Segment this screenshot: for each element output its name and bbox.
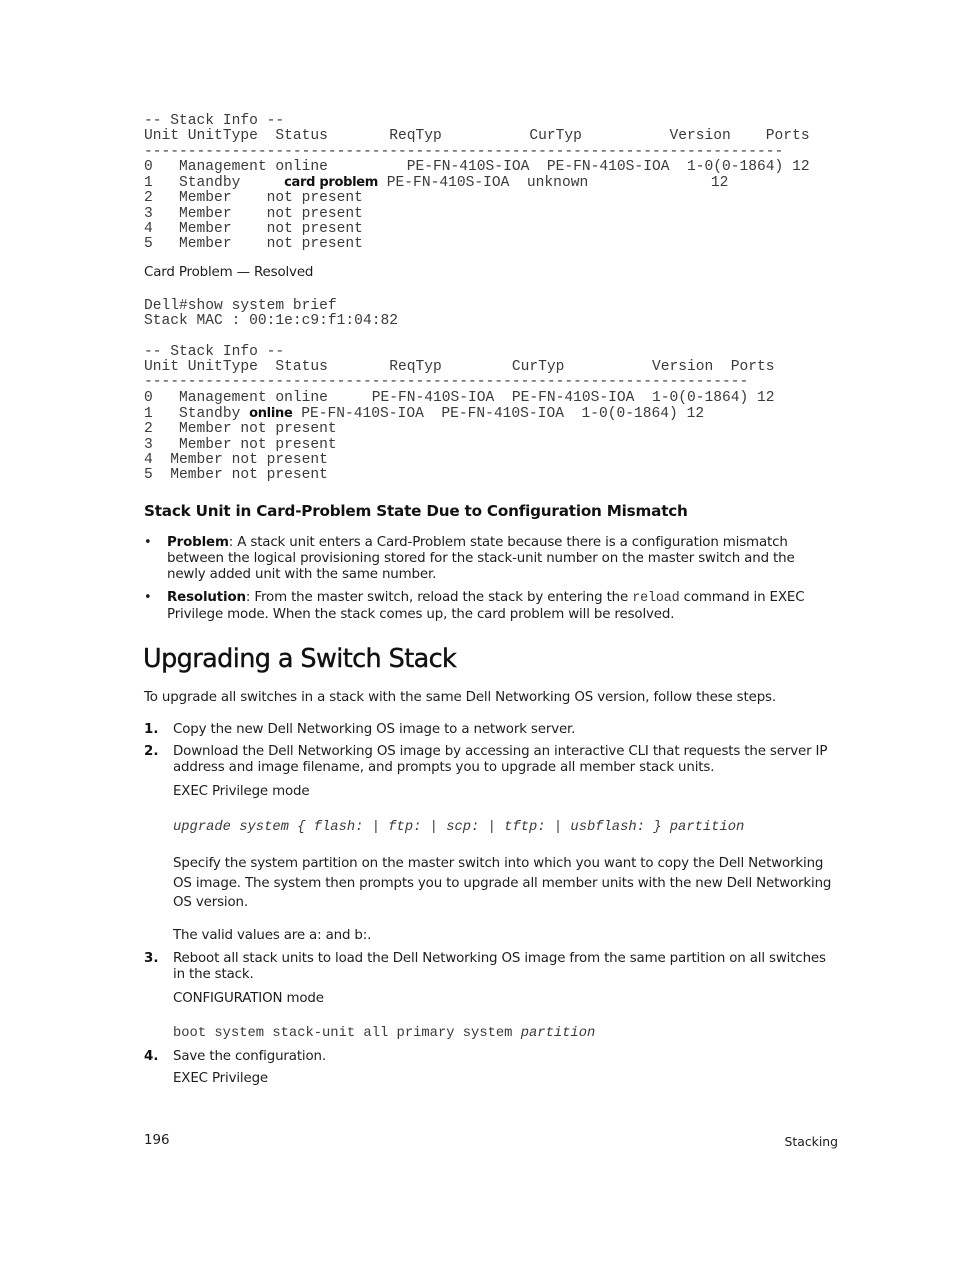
code-row: 0 Management online PE-FN-410S-IOA PE-FN… — [144, 389, 775, 406]
step-2-mode: EXEC Privilege mode — [173, 784, 310, 799]
step-2-command: upgrade system { flash: | ftp: | scp: | … — [173, 820, 745, 835]
step-3-command: boot system stack-unit all primary syste… — [173, 1026, 596, 1041]
code-row: 5 Member not present — [144, 236, 363, 253]
code-command-line: Dell#show system brief — [144, 298, 337, 314]
code-header-line: Unit UnitType Status ReqTyp CurTyp Versi… — [144, 359, 775, 376]
step-2-text: Download the Dell Networking OS image by… — [173, 744, 828, 775]
step-2-description: Specify the system partition on the mast… — [173, 856, 832, 910]
bullet-icon: • — [144, 535, 152, 550]
step-number: 1. — [144, 722, 159, 737]
status-card-problem: card problem — [284, 175, 379, 191]
page-number: 196 — [144, 1133, 170, 1148]
section-heading-mismatch: Stack Unit in Card-Problem State Due to … — [144, 502, 688, 520]
card-problem-resolved-label: Card Problem — Resolved — [144, 265, 314, 280]
code-row: 4 Member not present — [144, 221, 363, 238]
bullet-resolution: Resolution: From the master switch, relo… — [167, 590, 805, 622]
code-row: 2 Member not present — [144, 421, 337, 438]
code-row: 1 Standby card problem PE-FN-410S-IOA un… — [144, 175, 729, 192]
code-row: 4 Member not present — [144, 451, 328, 468]
step-3-mode: CONFIGURATION mode — [173, 991, 324, 1006]
inline-code-reload: reload — [632, 591, 680, 606]
step-3-text: Reboot all stack units to load the Dell … — [173, 951, 826, 982]
code-title-line: -- Stack Info -- — [144, 113, 285, 129]
code-row: 3 Member not present — [144, 436, 337, 453]
step-1-text: Copy the new Dell Networking OS image to… — [173, 722, 576, 737]
code-row: 2 Member not present — [144, 190, 363, 207]
step-4-mode: EXEC Privilege — [173, 1071, 269, 1086]
step-number: 4. — [144, 1049, 159, 1064]
step-number: 2. — [144, 744, 159, 759]
stack-info-code-block-1: -- Stack Info -- Unit UnitType Status Re… — [144, 113, 810, 253]
step-4-text: Save the configuration. — [173, 1049, 326, 1064]
chapter-name: Stacking — [784, 1134, 838, 1149]
code-header-line: Unit UnitType Status ReqTyp CurTyp Versi… — [144, 128, 810, 145]
code-row: 5 Member not present — [144, 467, 328, 484]
code-separator: ----------------------------------------… — [144, 143, 784, 160]
code-row: 1 Standby online PE-FN-410S-IOA PE-FN-41… — [144, 406, 705, 423]
bullet-problem: Problem: A stack unit enters a Card-Prob… — [167, 535, 795, 582]
code-row: 3 Member not present — [144, 205, 363, 222]
bullet-label: Problem — [167, 535, 229, 550]
code-mac-line: Stack MAC : 00:1e:c9:f1:04:82 — [144, 313, 398, 330]
step-number: 3. — [144, 951, 159, 966]
bullet-label: Resolution — [167, 590, 246, 605]
step-2-note: The valid values are a: and b:. — [173, 928, 372, 943]
page-heading-upgrade: Upgrading a Switch Stack — [143, 644, 457, 674]
bullet-icon: • — [144, 590, 152, 605]
code-separator: ----------------------------------------… — [144, 374, 749, 391]
code-title-line: -- Stack Info -- — [144, 343, 285, 360]
stack-info-code-block-2: Dell#show system brief Stack MAC : 00:1e… — [144, 298, 775, 484]
code-row: 0 Management online PE-FN-410S-IOA PE-FN… — [144, 158, 810, 175]
upgrade-intro: To upgrade all switches in a stack with … — [144, 690, 776, 705]
status-online: online — [249, 406, 293, 422]
